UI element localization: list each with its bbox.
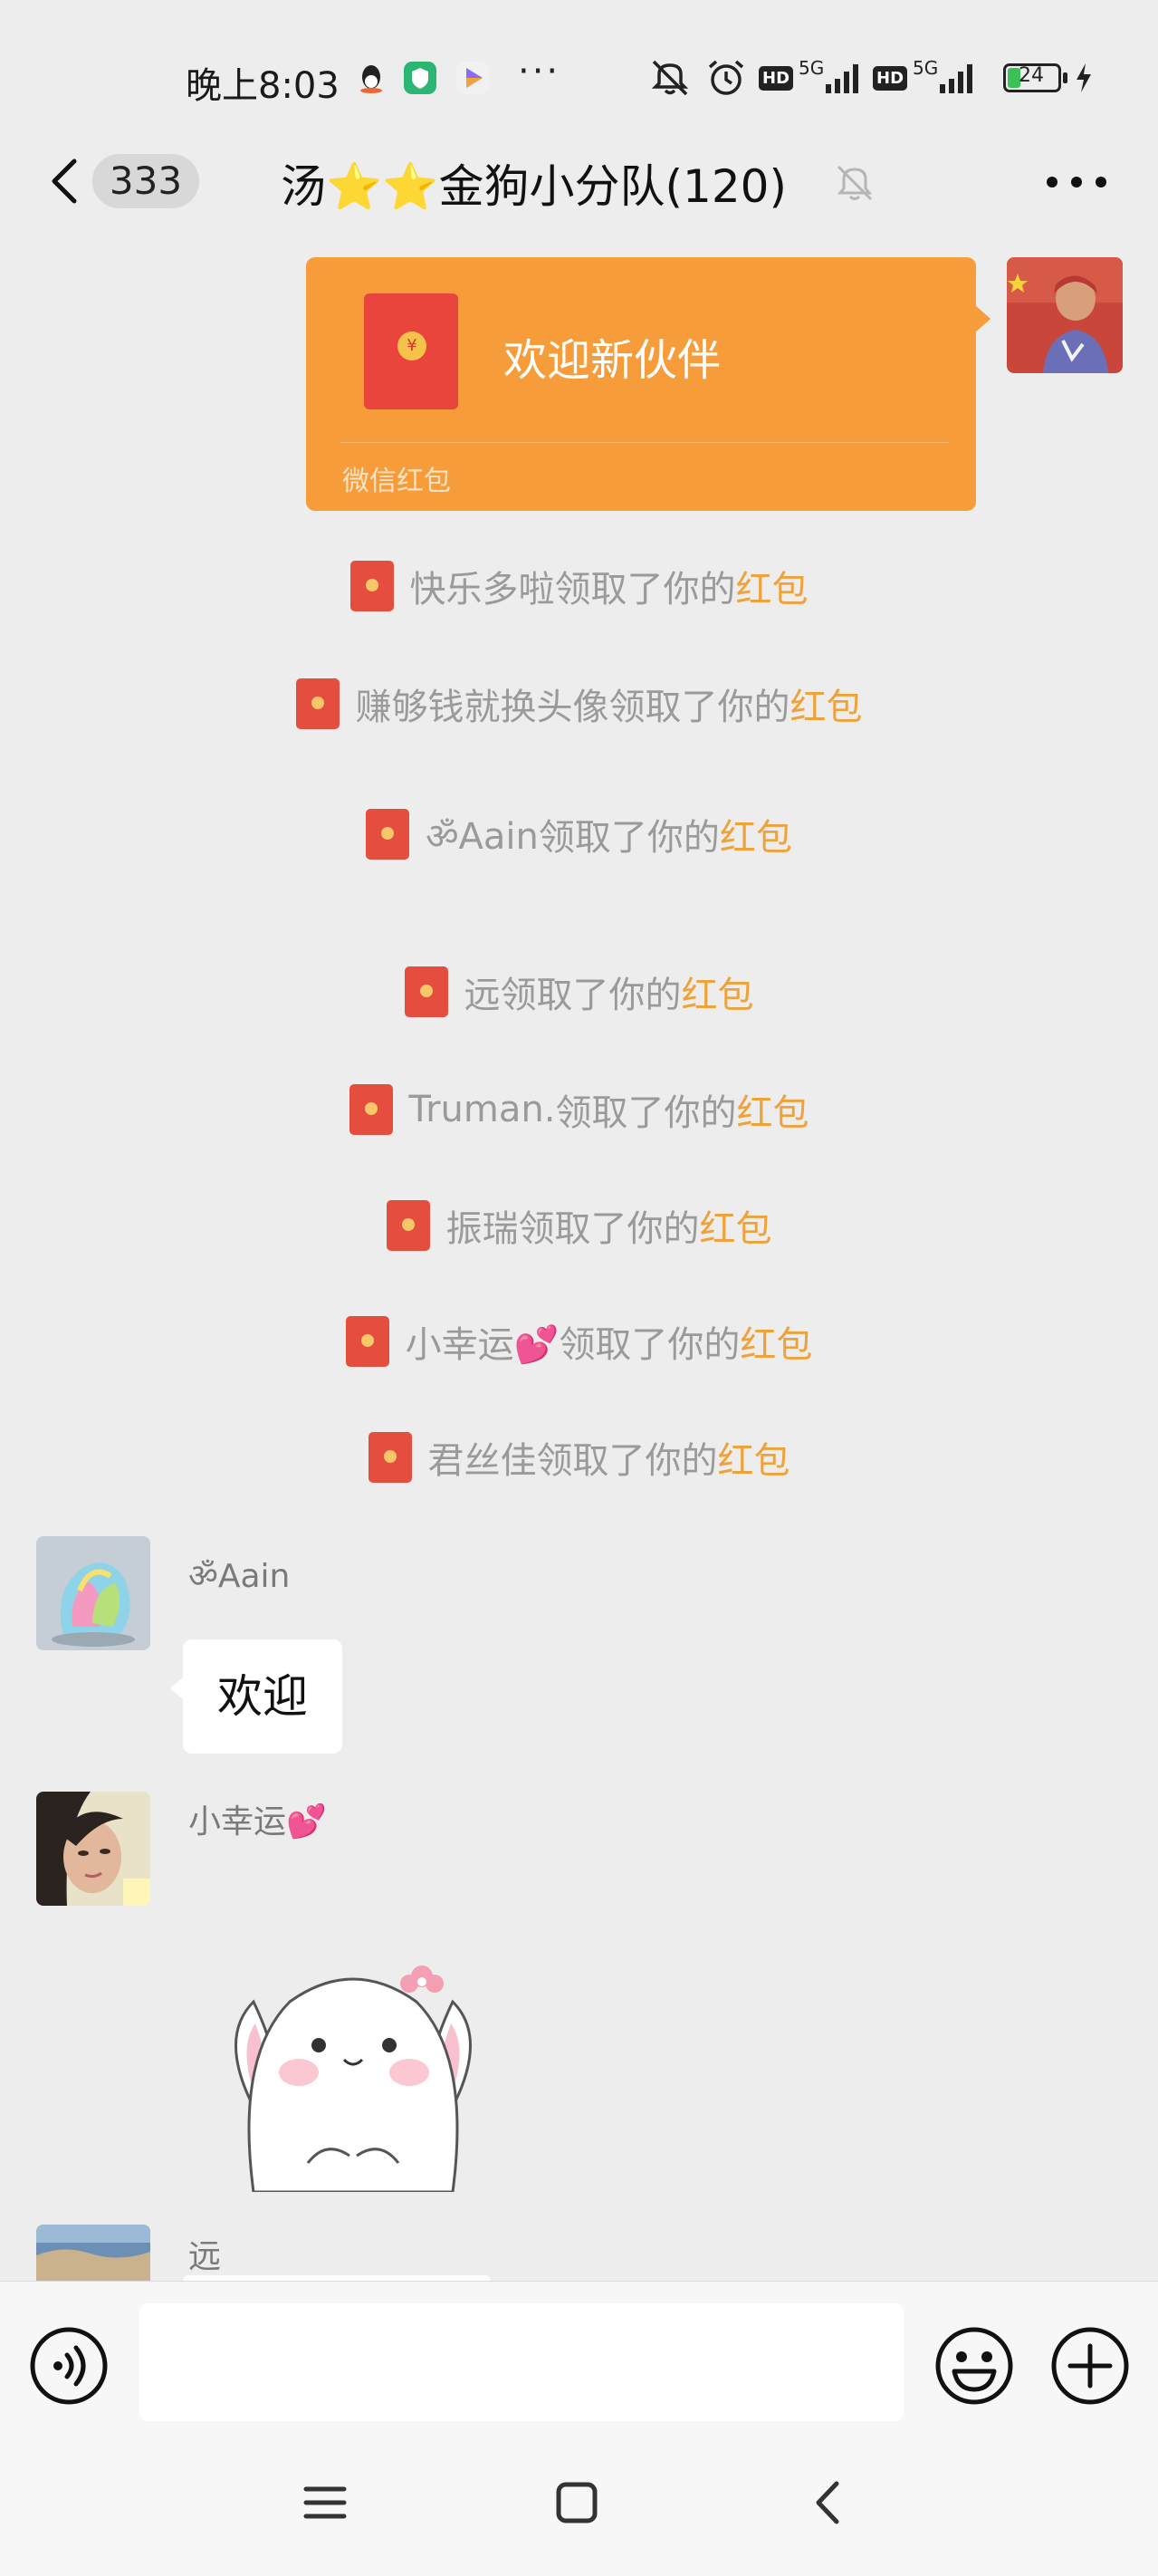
signal-icon-1 — [826, 64, 859, 93]
avatar[interactable] — [36, 1792, 150, 1906]
home-icon[interactable] — [554, 2480, 599, 2525]
red-envelope-icon — [366, 809, 410, 860]
voice-icon[interactable] — [27, 2324, 110, 2408]
red-packet-title: 欢迎新伙伴 — [503, 335, 722, 386]
battery-icon: 24 — [1003, 63, 1061, 92]
notice-suffix: 领取了你的 — [538, 817, 720, 859]
notice-name: 小幸运💕 — [405, 1324, 560, 1366]
red-packet-link[interactable]: 红包 — [736, 1083, 809, 1136]
red-packet-notice: 快乐多啦 领取了你的 红包 — [0, 560, 1158, 612]
battery-level: 24 — [1019, 64, 1044, 87]
my-avatar[interactable] — [1007, 257, 1123, 373]
red-packet-message[interactable]: ¥ 欢迎新伙伴 微信红包 — [306, 257, 991, 511]
charging-icon — [1077, 63, 1091, 92]
sender-name: 远 — [188, 2238, 222, 2275]
bunny-sticker[interactable] — [217, 1947, 489, 2192]
red-envelope-icon — [386, 1200, 430, 1251]
red-envelope-icon — [295, 678, 340, 729]
nav-back-icon[interactable] — [806, 2480, 851, 2525]
qq-app-icon — [355, 62, 388, 94]
red-envelope-icon — [345, 1316, 389, 1367]
avatar[interactable] — [36, 1536, 150, 1650]
system-nav-bar — [0, 2444, 1158, 2576]
red-envelope-icon — [349, 561, 394, 611]
red-packet-link[interactable]: 红包 — [682, 966, 754, 1018]
message-bubble[interactable]: 欢迎 — [170, 1639, 342, 1754]
hd-badge-2: HD — [873, 65, 908, 91]
message-input[interactable] — [139, 2303, 904, 2421]
network-label-2: 5G — [913, 57, 939, 79]
red-packet-notice: 君丝佳 领取了你的 红包 — [0, 1431, 1158, 1484]
input-bar — [0, 2281, 1158, 2444]
notice-suffix: 领取了你的 — [500, 975, 682, 1016]
more-icon[interactable] — [1046, 176, 1107, 188]
sender-name: ॐAain — [188, 1558, 291, 1595]
red-packet-link[interactable]: 红包 — [790, 678, 863, 730]
notice-suffix: 领取了你的 — [555, 1092, 737, 1134]
notice-name: 赚够钱就换头像 — [355, 687, 609, 728]
plus-icon[interactable] — [1048, 2324, 1132, 2408]
red-packet-notice: Truman. 领取了你的 红包 — [0, 1083, 1158, 1136]
notice-suffix: 领取了你的 — [608, 687, 790, 728]
mute-bell-icon — [837, 165, 873, 201]
sender-name: 小幸运💕 — [188, 1803, 327, 1841]
red-packet-link[interactable]: 红包 — [740, 1315, 812, 1368]
emoji-icon[interactable] — [933, 2324, 1016, 2408]
red-packet-link[interactable]: 红包 — [720, 808, 792, 860]
notice-suffix: 领取了你的 — [536, 1440, 718, 1482]
red-envelope-icon — [404, 966, 448, 1017]
red-packet-link[interactable]: 红包 — [718, 1431, 790, 1484]
notice-name: Truman. — [408, 1089, 556, 1130]
red-envelope-icon — [368, 1432, 412, 1483]
red-packet-notice: 小幸运💕 领取了你的 红包 — [0, 1315, 1158, 1368]
red-packet-link[interactable]: 红包 — [736, 560, 809, 612]
status-time: 晚上8:03 — [186, 65, 340, 107]
status-bar: 晚上8:03 ··· HD 5G HD 5G 24 — [0, 0, 1158, 154]
red-packet-link[interactable]: 红包 — [700, 1199, 772, 1252]
chat-screen: 晚上8:03 ··· HD 5G HD 5G 24 333 汤⭐⭐金狗小分队(1… — [0, 0, 1158, 2576]
unread-count-badge[interactable]: 333 — [92, 154, 199, 208]
red-packet-notice: 赚够钱就换头像 领取了你的 红包 — [0, 678, 1158, 730]
red-envelope-icon — [349, 1084, 393, 1135]
menu-icon[interactable] — [302, 2480, 348, 2525]
red-packet-notice: 远领取了你的 红包 — [0, 966, 1158, 1018]
chat-header: 333 汤⭐⭐金狗小分队(120) — [0, 136, 1158, 226]
back-icon[interactable] — [47, 156, 83, 207]
notice-name: ॐAain — [426, 815, 539, 858]
hd-badge-1: HD — [759, 65, 794, 91]
red-packet-footer: 微信红包 — [342, 466, 451, 497]
mute-status-icon — [651, 60, 689, 96]
notice-name: 振瑞 — [445, 1208, 519, 1250]
notice-name: 快乐多啦 — [409, 569, 555, 610]
coin-icon: ¥ — [397, 332, 426, 360]
red-envelope-icon: ¥ — [364, 293, 458, 409]
notice-suffix: 领取了你的 — [554, 569, 736, 610]
chat-title[interactable]: 汤⭐⭐金狗小分队(120) — [281, 150, 787, 216]
notice-name: 君丝佳 — [427, 1440, 537, 1482]
play-app-icon — [456, 62, 489, 94]
network-label-1: 5G — [799, 57, 825, 79]
notice-suffix: 领取了你的 — [518, 1208, 700, 1250]
red-packet-divider — [340, 442, 949, 443]
notice-name: 远 — [464, 975, 501, 1016]
notice-suffix: 领取了你的 — [559, 1324, 741, 1366]
alarm-icon — [708, 60, 744, 95]
status-more-dots: ··· — [518, 51, 561, 92]
red-packet-notice: ॐAain 领取了你的 红包 — [0, 808, 1158, 860]
shield-app-icon — [404, 62, 436, 94]
red-packet-notice: 振瑞 领取了你的 红包 — [0, 1199, 1158, 1252]
avatar[interactable] — [36, 2225, 150, 2281]
signal-icon-2 — [940, 64, 973, 93]
